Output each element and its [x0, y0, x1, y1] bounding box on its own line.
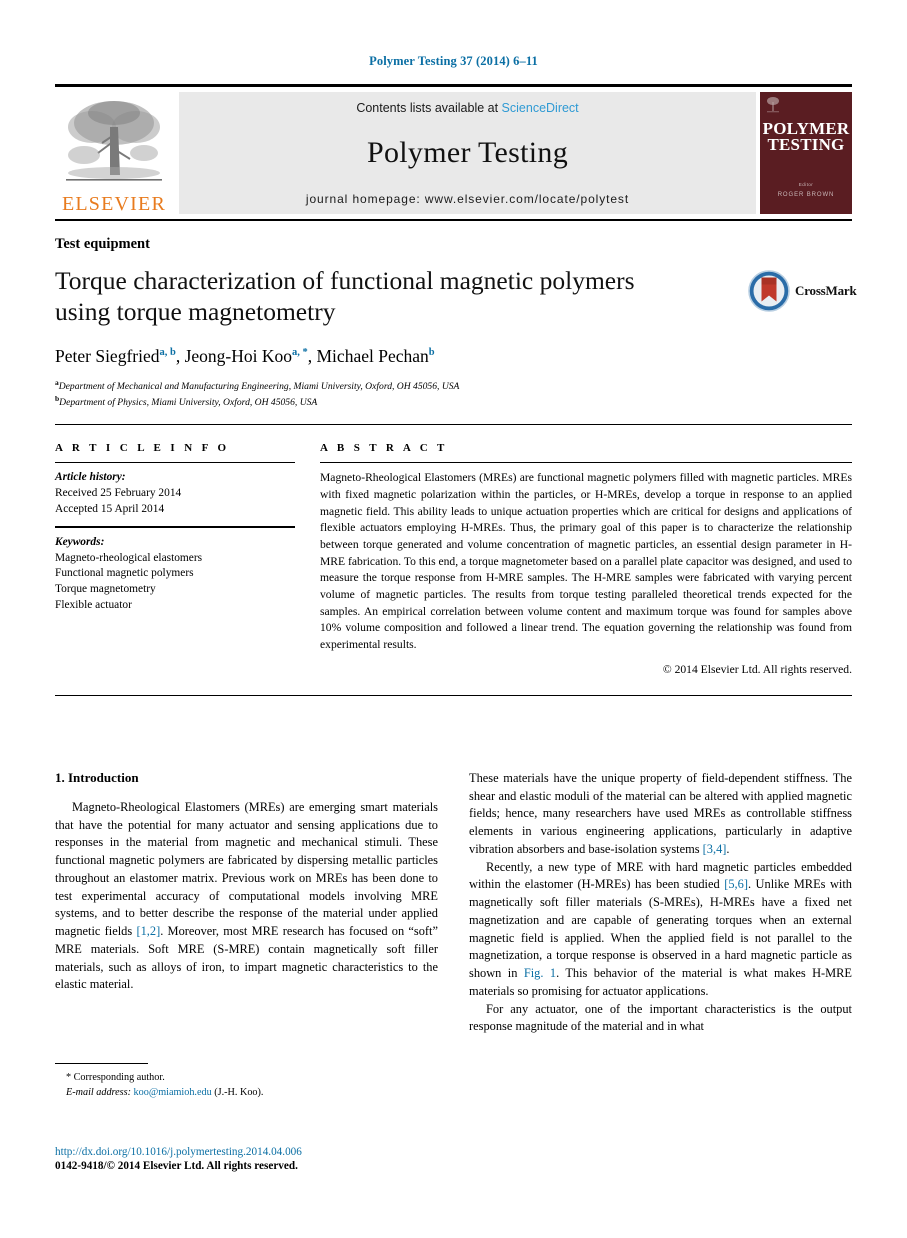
article-info-rule: [55, 462, 295, 464]
crossmark-label: CrossMark: [795, 283, 857, 298]
crossmark-badge[interactable]: CrossMark: [748, 268, 857, 314]
article-info-heading: A R T I C L E I N F O: [55, 442, 230, 455]
article-info-column: A R T I C L E I N F O Article history: R…: [55, 442, 295, 676]
abstract-text: Magneto-Rheological Elastomers (MREs) ar…: [320, 471, 852, 652]
abstract-column: A B S T R A C T Magneto-Rheological Elas…: [320, 442, 852, 676]
abstract-copyright: © 2014 Elsevier Ltd. All rights reserved…: [662, 662, 852, 676]
paragraph: Recently, a new type of MRE with hard ma…: [469, 859, 852, 1001]
keywords-label: Keywords:: [55, 535, 105, 548]
cover-editor: Editor ROGER BROWN: [778, 180, 835, 202]
abstract-rule: [320, 462, 852, 464]
citation-link[interactable]: [1,2]: [136, 924, 160, 938]
article-history-label: Article history:: [55, 471, 126, 484]
cover-elsevier-tree-icon: [767, 96, 779, 112]
footnote-lines: * Corresponding author. E-mail address: …: [55, 1070, 438, 1101]
author-marks: a, *: [292, 347, 308, 359]
affiliation-list: aDepartment of Mechanical and Manufactur…: [55, 378, 852, 410]
article-header: Test equipment Torque characterization o…: [55, 236, 852, 410]
author-name: Jeong-Hoi Koo: [184, 346, 292, 367]
affiliation-text: Department of Physics, Miami University,…: [59, 397, 318, 409]
body-left-column: 1. Introduction Magneto-Rheological Elas…: [55, 770, 438, 1036]
cover-editor-label: Editor: [798, 181, 814, 187]
document-footer: http://dx.doi.org/10.1016/j.polymertesti…: [55, 1146, 475, 1172]
corresponding-author-note: * Corresponding author.: [66, 1072, 165, 1083]
body-column-gap: [438, 770, 469, 1036]
abstract-heading: A B S T R A C T: [320, 442, 448, 455]
elsevier-logo: ELSEVIER: [55, 92, 173, 214]
author-list: Peter Siegfrieda, b, Jeong-Hoi Kooa, *, …: [55, 346, 435, 367]
author-marks: b: [428, 347, 435, 359]
author-name: Michael Pechan: [316, 346, 429, 367]
paragraph: These materials have the unique property…: [469, 770, 852, 859]
article-section-type: Test equipment: [55, 236, 150, 252]
citation-link[interactable]: [5,6]: [724, 877, 748, 891]
doi-link[interactable]: http://dx.doi.org/10.1016/j.polymertesti…: [55, 1146, 475, 1158]
cover-title-line2: TESTING: [767, 135, 845, 155]
masthead-bottom-rule: [55, 218, 852, 221]
info-bottom-rule: [55, 694, 852, 696]
paragraph: Magneto-Rheological Elastomers (MREs) ar…: [55, 799, 438, 994]
cover-title: POLYMER TESTING: [763, 120, 850, 155]
elsevier-wordmark: ELSEVIER: [61, 192, 167, 215]
affiliation-item: bDepartment of Physics, Miami University…: [55, 394, 852, 410]
journal-homepage-link[interactable]: journal homepage: www.elsevier.com/locat…: [179, 192, 756, 206]
keyword-item: Functional magnetic polymers: [55, 567, 194, 580]
paragraph-segment: These materials have the unique property…: [469, 771, 852, 856]
masthead-center: Contents lists available at ScienceDirec…: [179, 91, 756, 214]
keyword-item: Torque magnetometry: [55, 583, 156, 596]
journal-title: Polymer Testing: [366, 136, 568, 169]
issn-copyright-line: 0142-9418/© 2014 Elsevier Ltd. All right…: [55, 1160, 298, 1172]
affiliation-item: aDepartment of Mechanical and Manufactur…: [55, 378, 852, 394]
paragraph-segment: Magneto-Rheological Elastomers (MREs) ar…: [55, 800, 438, 939]
contents-available-line: Contents lists available at ScienceDirec…: [179, 101, 756, 115]
email-label: E-mail address:: [66, 1087, 131, 1099]
article-history: Article history: Received 25 February 20…: [55, 470, 295, 517]
elsevier-tree-icon: [58, 97, 170, 193]
citation-link[interactable]: [3,4]: [703, 842, 727, 856]
footnote-rule: [55, 1063, 148, 1064]
journal-masthead: ELSEVIER Contents lists available at Sci…: [55, 84, 852, 221]
author-marks: a, b: [159, 347, 176, 359]
email-link[interactable]: koo@miamioh.edu: [134, 1087, 212, 1098]
paragraph-segment: . Unlike MREs with magnetically soft fil…: [469, 877, 852, 981]
keywords-rule: [55, 526, 295, 528]
masthead-top-rule: [55, 84, 852, 87]
keyword-item: Flexible actuator: [55, 598, 132, 611]
paragraph: For any actuator, one of the important c…: [469, 1001, 852, 1036]
info-abstract-block: A R T I C L E I N F O Article history: R…: [55, 424, 852, 696]
info-top-rule: [55, 424, 852, 426]
paragraph-segment: .: [726, 841, 730, 856]
history-received: Received 25 February 2014: [55, 486, 182, 499]
journal-cover-thumbnail: POLYMER TESTING Editor ROGER BROWN: [760, 91, 852, 214]
keywords-block: Keywords: Magneto-rheological elastomers…: [55, 535, 295, 614]
page-title: Torque characterization of functional ma…: [55, 266, 635, 326]
affiliation-text: Department of Mechanical and Manufacturi…: [58, 381, 460, 393]
contents-prefix: Contents lists available at: [356, 100, 502, 115]
paper-page: Polymer Testing 37 (2014) 6–11 ELSEVIER …: [0, 0, 907, 1238]
sciencedirect-link[interactable]: ScienceDirect: [502, 101, 579, 115]
keyword-item: Magneto-rheological elastomers: [55, 551, 203, 564]
email-line: E-mail address: koo@miamioh.edu (J.-H. K…: [66, 1085, 438, 1100]
corresponding-author-footnote: * Corresponding author. E-mail address: …: [55, 1063, 438, 1101]
crossmark-icon: [748, 270, 790, 312]
body-right-column: These materials have the unique property…: [469, 770, 852, 1036]
cover-editor-name: ROGER BROWN: [777, 192, 835, 199]
author-name: Peter Siegfried: [55, 346, 160, 367]
email-suffix: (J.-H. Koo).: [214, 1087, 264, 1099]
paragraph-segment: For any actuator, one of the important c…: [469, 1001, 852, 1034]
running-head: Polymer Testing 37 (2014) 6–11: [369, 54, 538, 68]
figure-reference-link[interactable]: Fig. 1: [524, 966, 556, 980]
body-columns: 1. Introduction Magneto-Rheological Elas…: [55, 770, 852, 1036]
history-accepted: Accepted 15 April 2014: [55, 502, 165, 515]
section-heading-introduction: 1. Introduction: [55, 770, 139, 785]
column-gap: [295, 442, 320, 676]
